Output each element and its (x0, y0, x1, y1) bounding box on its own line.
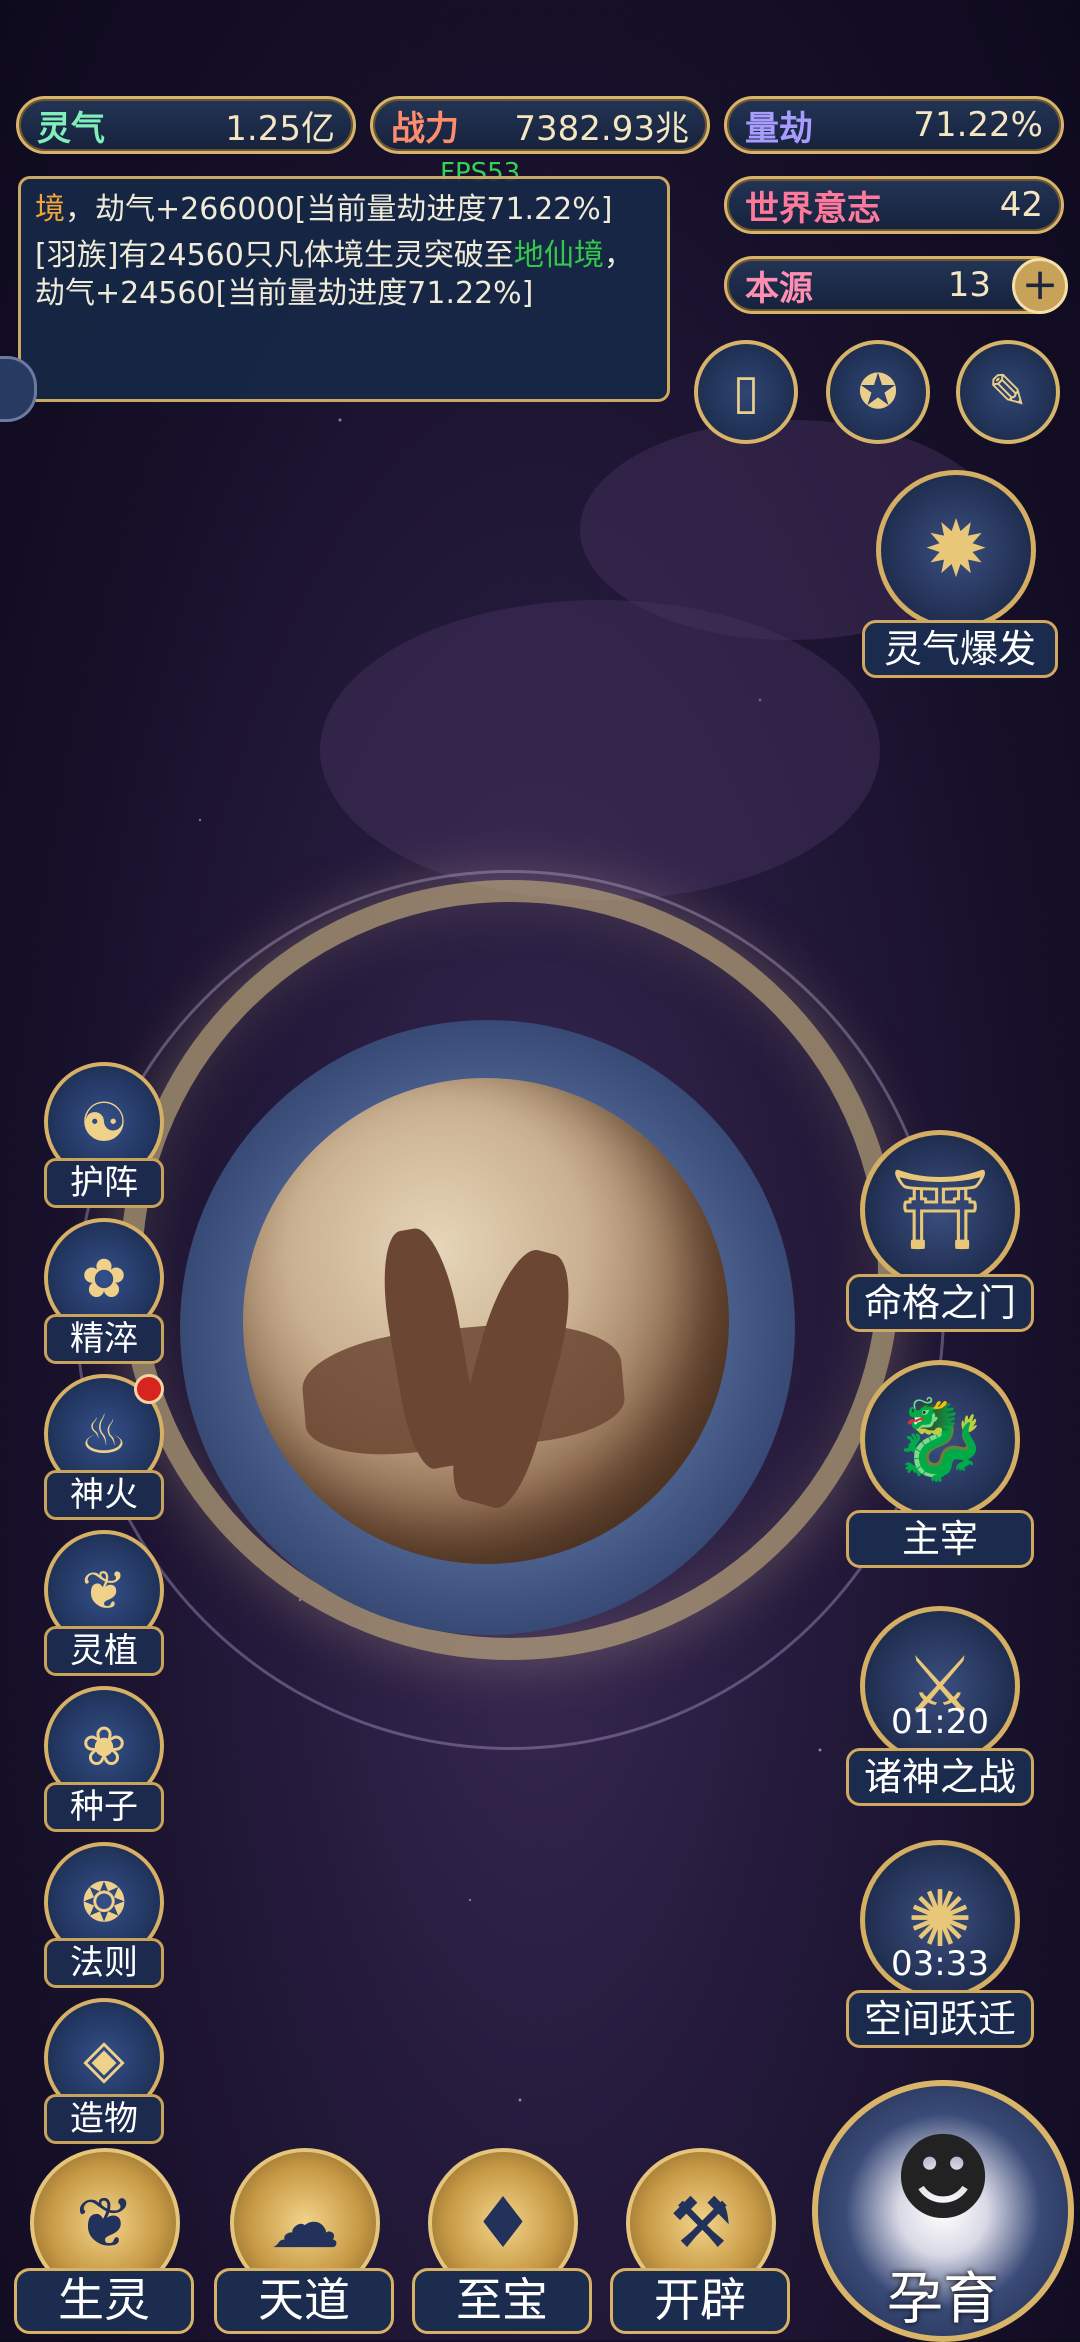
left-menu-label: 神火 (44, 1470, 164, 1520)
gate-icon: ⛩ (860, 1130, 1020, 1290)
scroll-icon: ✎ (987, 364, 1029, 420)
liangjie-value: 71.22% (913, 105, 1043, 145)
log-text: [羽族]有24560只凡体境生灵突破至 (35, 238, 514, 273)
card-icon: ▯ (732, 364, 760, 420)
right-menu-gods-war[interactable]: ⚔ 01:20 诸神之战 (846, 1606, 1034, 1816)
sword-icon: ⚔ (860, 1606, 1020, 1766)
zhanli-bar[interactable]: 战力 7382.93兆 (370, 96, 710, 154)
left-menu-label: 灵植 (44, 1626, 164, 1676)
left-menu-label: 造物 (44, 2094, 164, 2144)
left-menu-zaowu[interactable]: ◈ 造物 (36, 1998, 172, 2144)
right-menu-label: 主宰 (846, 1510, 1034, 1568)
dragon-icon: 🐉 (860, 1360, 1020, 1520)
bottom-menu-zhibao[interactable]: ♦ 至宝 (412, 2148, 592, 2340)
zhanli-label: 战力 (391, 108, 459, 149)
benyuan-value: 13 (947, 265, 991, 305)
bottom-menu-label: 天道 (214, 2268, 394, 2334)
zhanli-value: 7382.93兆 (514, 108, 689, 149)
world-will-bar[interactable]: 世界意志 42 (724, 176, 1064, 234)
liangjie-bar[interactable]: 量劫 71.22% (724, 96, 1064, 154)
left-menu-faze[interactable]: ❂ 法则 (36, 1842, 172, 1988)
scroll-button[interactable]: ✎ (956, 340, 1060, 444)
bottom-menu-kaipi[interactable]: ⚒ 开辟 (610, 2148, 790, 2340)
lingqi-bar[interactable]: 灵气 1.25亿 (16, 96, 356, 154)
liangjie-label: 量劫 (745, 108, 813, 149)
right-menu-space-jump[interactable]: ✺ 03:33 空间跃迁 (846, 1840, 1034, 2050)
bottom-menu-tiandao[interactable]: ☁ 天道 (214, 2148, 394, 2340)
bottom-menu-shengling[interactable]: ❦ 生灵 (14, 2148, 194, 2340)
world-will-label: 世界意志 (745, 188, 881, 229)
add-benyuan-button[interactable]: + (1012, 258, 1068, 314)
log-highlight: 境 (35, 192, 65, 227)
left-menu-shenhuo[interactable]: ♨ 神火 (36, 1374, 172, 1520)
rock-formation (298, 1314, 628, 1462)
world-planet[interactable] (243, 1078, 729, 1564)
right-menu-label: 诸神之战 (846, 1748, 1034, 1806)
countdown-timer: 01:20 (891, 1702, 989, 1742)
right-menu-label: 命格之门 (846, 1274, 1034, 1332)
log-text: ，劫气+266000[当前量劫进度71.22%] (65, 192, 613, 227)
nurture-button[interactable]: ☻ 孕育 (812, 2080, 1074, 2342)
log-line: 境，劫气+266000[当前量劫进度71.22%] (35, 191, 653, 229)
notification-dot (134, 1374, 164, 1404)
left-menu-jingcui[interactable]: ✿ 精淬 (36, 1218, 172, 1364)
event-log-panel[interactable]: 境，劫气+266000[当前量劫进度71.22%] [羽族]有24560只凡体境… (18, 176, 670, 402)
card-button[interactable]: ▯ (694, 340, 798, 444)
left-menu-label: 种子 (44, 1782, 164, 1832)
left-menu-lingzhi[interactable]: ❦ 灵植 (36, 1530, 172, 1676)
world-will-value: 42 (999, 185, 1043, 225)
vortex-icon: ✪ (857, 364, 899, 420)
vortex-button[interactable]: ✪ (826, 340, 930, 444)
burst-icon: ✹ (876, 470, 1036, 630)
bottom-menu-label: 开辟 (610, 2268, 790, 2334)
embryo-icon: ☻ (892, 2122, 994, 2234)
lingqi-burst-button[interactable]: ✹ 灵气爆发 (862, 470, 1058, 690)
left-menu-zhongzi[interactable]: ❀ 种子 (36, 1686, 172, 1832)
right-menu-mingge-gate[interactable]: ⛩ 命格之门 (846, 1130, 1034, 1332)
left-menu-huzhen[interactable]: ☯ 护阵 (36, 1062, 172, 1208)
lingqi-burst-label: 灵气爆发 (862, 620, 1058, 678)
left-menu-label: 精淬 (44, 1314, 164, 1364)
log-line: [羽族]有24560只凡体境生灵突破至地仙境，劫气+24560[当前量劫进度71… (35, 237, 653, 313)
lingqi-label: 灵气 (37, 108, 105, 149)
left-menu-label: 护阵 (44, 1158, 164, 1208)
right-menu-label: 空间跃迁 (846, 1990, 1034, 2048)
countdown-timer: 03:33 (891, 1944, 989, 1984)
right-menu-zhuzai[interactable]: 🐉 主宰 (846, 1360, 1034, 1570)
plus-icon: + (1021, 259, 1059, 310)
benyuan-label: 本源 (745, 268, 813, 309)
lingqi-value: 1.25亿 (225, 108, 335, 149)
cloud-decoration (320, 600, 880, 900)
bottom-menu-label: 至宝 (412, 2268, 592, 2334)
log-highlight: 地仙境 (513, 238, 604, 273)
bottom-menu-label: 生灵 (14, 2268, 194, 2334)
nurture-label: 孕育 (887, 2267, 999, 2332)
left-menu-label: 法则 (44, 1938, 164, 1988)
